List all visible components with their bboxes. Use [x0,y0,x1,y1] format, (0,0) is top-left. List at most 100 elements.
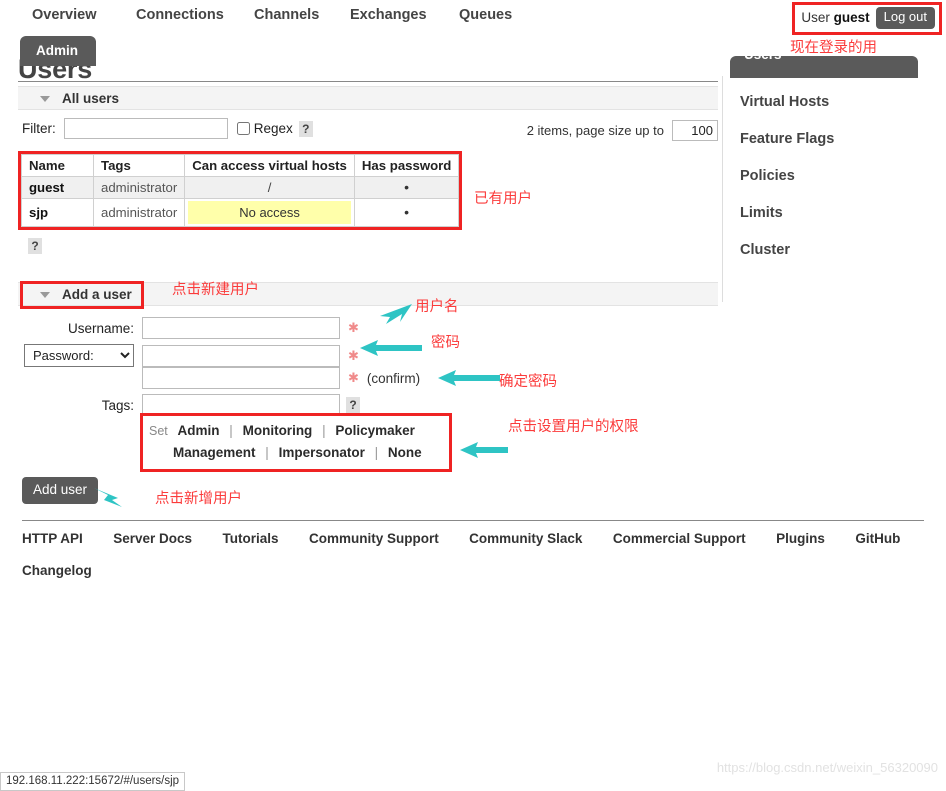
footer-row-1: HTTP API Server Docs Tutorials Community… [22,530,900,548]
annotation-password: 密码 [431,335,460,351]
tag-link-monitoring[interactable]: Monitoring [243,423,313,438]
column-header-vhosts[interactable]: Can access virtual hosts [184,154,355,177]
arrow-to-password-field [360,340,422,356]
cell-user-tags: administrator [92,176,186,199]
password-input[interactable] [142,344,340,367]
footer-link-plugins[interactable]: Plugins [776,531,825,546]
username-form-row: Username: ✱ [18,317,359,339]
filter-input[interactable] [63,118,228,139]
nav-item-exchanges[interactable]: Exchanges [350,7,427,23]
sidebar-item-feature-flags[interactable]: Feature Flags [740,131,834,147]
sidebar-item-users-label: Users [744,56,782,62]
users-table-body: guest administrator / • sjp administrato… [21,176,460,227]
required-asterisk-icon: ✱ [348,347,359,363]
annotation-set-permissions: 点击设置用户的权限 [508,419,639,435]
sidebar-item-policies[interactable]: Policies [740,168,795,184]
sidebar-item-users[interactable]: Users [730,56,918,78]
users-table: Name Tags Can access virtual hosts Has p… [21,154,460,227]
tags-help-icon[interactable]: ? [346,397,360,413]
watermark-text: https://blog.csdn.net/weixin_56320090 [716,760,938,775]
tag-presets-box: Set Admin | Monitoring | Policymaker Man… [140,413,452,472]
footer-link-commercial-support[interactable]: Commercial Support [613,531,746,546]
tag-separator: | [374,445,379,460]
tag-link-none[interactable]: None [388,445,422,460]
users-table-help-icon[interactable]: ? [28,238,42,254]
password-form-row: Password: Password hash: ✱ [18,344,359,367]
add-user-button[interactable]: Add user [22,477,99,504]
footer-link-server-docs[interactable]: Server Docs [113,531,192,546]
cell-user-vhosts: No access [184,198,355,227]
current-username: guest [833,10,870,26]
no-access-badge: No access [188,201,351,224]
column-header-has-password[interactable]: Has password [353,154,460,177]
table-row[interactable]: sjp administrator No access • [21,198,460,227]
set-label: Set [149,424,168,438]
confirm-label: (confirm) [366,370,421,386]
section-header-all-users[interactable]: All users [18,86,718,110]
regex-label: Regex [253,121,293,136]
tag-link-management[interactable]: Management [173,445,256,460]
cell-user-vhosts: / [184,176,355,199]
log-out-button[interactable]: Log out [875,7,935,29]
tags-label: Tags: [101,397,134,413]
footer-link-http-api[interactable]: HTTP API [22,531,83,546]
sidebar-item-cluster[interactable]: Cluster [740,242,790,258]
arrow-to-confirm-field [438,370,500,386]
sidebar-item-limits[interactable]: Limits [740,205,783,221]
footer-link-changelog[interactable]: Changelog [22,563,92,578]
annotation-existing-users: 已有用户 [474,191,532,207]
cell-user-tags: administrator [92,198,186,227]
pagination-controls: 2 items, page size up to [527,120,718,141]
arrow-to-add-user-button [94,488,122,507]
regex-checkbox-wrapper[interactable]: Regex [236,121,293,136]
footer-link-github[interactable]: GitHub [855,531,900,546]
table-row[interactable]: guest administrator / • [21,176,460,199]
nav-item-overview[interactable]: Overview [32,7,97,23]
filter-label: Filter: [22,121,56,136]
item-count-text: 2 items, page size up to [526,123,664,138]
title-divider [18,81,718,82]
logged-in-user-text: User guest [801,10,869,25]
page-size-input[interactable] [672,120,718,141]
tag-presets-row-2: Management | Impersonator | None [149,442,441,463]
nav-item-channels[interactable]: Channels [254,7,319,23]
required-asterisk-icon: ✱ [348,370,359,385]
regex-checkbox[interactable] [236,122,250,135]
cell-user-has-password: • [353,198,460,227]
tab-admin[interactable]: Admin [20,36,96,66]
password-confirm-input[interactable] [142,367,340,389]
column-header-tags[interactable]: Tags [92,154,186,177]
tag-separator: | [229,423,233,438]
column-header-name[interactable]: Name [21,154,94,177]
footer-link-tutorials[interactable]: Tutorials [222,531,278,546]
username-input[interactable] [142,317,340,339]
filter-row: Filter: Regex ? [22,118,313,139]
has-password-dot-icon: • [404,179,410,195]
nav-item-connections[interactable]: Connections [136,7,224,23]
cell-user-name[interactable]: sjp [21,198,94,227]
arrow-to-tag-presets [460,442,508,458]
footer-link-community-slack[interactable]: Community Slack [469,531,582,546]
caret-down-icon [40,96,50,102]
tag-separator: | [265,445,269,460]
password-type-select[interactable]: Password: Password hash: [24,344,134,367]
annotation-confirm-password: 确定密码 [499,374,557,390]
filter-help-icon[interactable]: ? [298,120,313,137]
user-prefix-label: User [801,10,830,26]
cell-user-has-password: • [353,176,460,199]
tag-link-policymaker[interactable]: Policymaker [335,423,415,438]
footer-link-community-support[interactable]: Community Support [309,531,439,546]
browser-status-bar: 192.168.11.222:15672/#/users/sjp [0,772,186,791]
annotation-click-add-user: 点击新增用户 [155,491,242,507]
section-header-all-users-label: All users [62,91,120,106]
sidebar-item-virtual-hosts[interactable]: Virtual Hosts [740,94,829,110]
cell-user-name[interactable]: guest [21,176,94,199]
footer-divider [22,520,924,521]
nav-item-queues[interactable]: Queues [459,7,512,23]
tag-link-admin[interactable]: Admin [178,423,220,438]
footer-row-2: Changelog [22,562,92,580]
tag-link-impersonator[interactable]: Impersonator [279,445,365,460]
add-a-user-highlight [20,281,144,309]
required-asterisk-icon: ✱ [348,320,359,335]
tag-separator: | [322,423,326,438]
